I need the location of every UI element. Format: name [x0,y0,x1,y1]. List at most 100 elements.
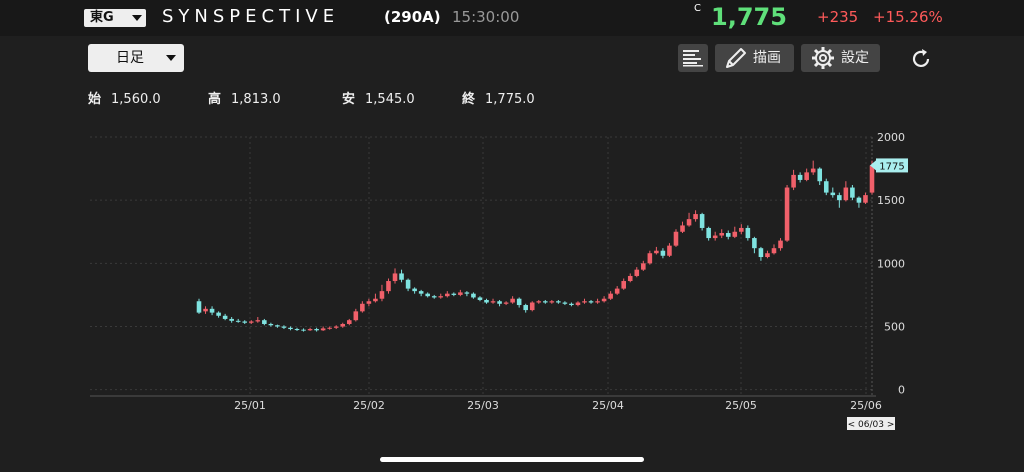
candle-body [837,195,842,201]
candle-body [216,312,221,316]
candle-body [771,248,777,254]
candle-body [196,301,202,313]
candle-body [242,321,248,323]
candle-body [673,231,679,246]
candle-body [399,273,404,280]
candle-body [791,174,796,188]
candle-body [739,227,744,232]
candle-body [667,245,672,256]
candle-body [569,303,574,306]
candle-body [549,301,555,303]
candle-body [353,311,359,321]
candle-body [288,327,293,330]
y-tick-label: 1500 [877,194,905,207]
candle-body [797,174,803,180]
candle-body [490,301,496,303]
candle-body [373,298,378,302]
candle-body [843,187,849,201]
candle-body [516,298,522,306]
candle-body [758,248,764,258]
y-tick-label: 2000 [877,131,905,144]
cursor-date-label: < 06/03 > [848,420,895,430]
candle-body [556,301,561,303]
candle-body [294,329,300,331]
candle-body [222,315,228,319]
candle-body [301,329,306,331]
candle-body [582,301,587,303]
candle-body [360,303,365,312]
candle-body [431,296,437,298]
candle-body [464,292,470,294]
candle-body [706,227,711,239]
candle-body [686,219,692,226]
candle-body [732,231,738,237]
y-tick-label: 0 [898,384,905,397]
candle-body [333,326,339,328]
candle-body [379,291,385,299]
candle-body [477,297,483,300]
candle-body [712,235,718,239]
candle-body [523,305,528,311]
candle-body [418,291,424,294]
candle-body [503,302,509,304]
candle-body [810,168,816,173]
candle-body [248,321,254,323]
candle-body [229,318,234,321]
candle-body [386,281,391,292]
candle-body [458,292,463,295]
candle-body [262,320,267,324]
candle-body [719,233,725,236]
candle-body [235,320,241,322]
candle-body [660,250,666,256]
x-tick-label: 25/01 [234,399,266,412]
candle-body [497,301,502,304]
candle-body [340,323,346,327]
candle-body [255,320,261,322]
candle-body [765,253,770,258]
candlestick-chart[interactable]: 0 500 1000 1500 2000 25/01 25/02 25/03 25/04 25/0… [0,0,1024,472]
candle-body [575,302,581,306]
candle-body [817,168,823,182]
x-tick-label: 25/02 [353,399,385,412]
candle-body [654,250,659,254]
x-tick-label: 25/05 [725,399,757,412]
candle-body [627,275,633,282]
candle-body [327,327,332,329]
candle-body [510,298,515,303]
candle-body [471,293,476,298]
candle-body [405,279,411,289]
candle-body [784,187,790,241]
candle-body [484,299,489,303]
candle-body [346,320,352,324]
candle-body [536,301,542,303]
candle-body [366,301,372,304]
candle-body [647,253,653,264]
candle-body [680,225,685,232]
y-tick-label: 1000 [877,257,905,270]
candle-body [562,302,568,304]
candle-body [863,195,868,203]
home-indicator [380,457,644,462]
last-price-label: 1775 [879,161,904,172]
x-tick-label: 25/06 [850,399,882,412]
candle-body [752,238,757,249]
candle-body [823,181,829,193]
candle-body [699,214,705,228]
candle-body [543,301,548,303]
candle-body [281,326,287,328]
candle-body [641,263,646,270]
candle-body [745,227,751,239]
candle-body [588,301,594,303]
candle-body [608,293,613,299]
candle-body [268,323,274,326]
candle-body [412,288,417,292]
candle-body [451,293,457,295]
candle-body [850,187,855,198]
candle-body [203,308,208,312]
candle-body [621,281,626,289]
candle-body [634,269,640,276]
candle-body [856,197,862,203]
candle-body [725,233,731,237]
candle-body [693,214,698,220]
candle-body [307,329,313,331]
